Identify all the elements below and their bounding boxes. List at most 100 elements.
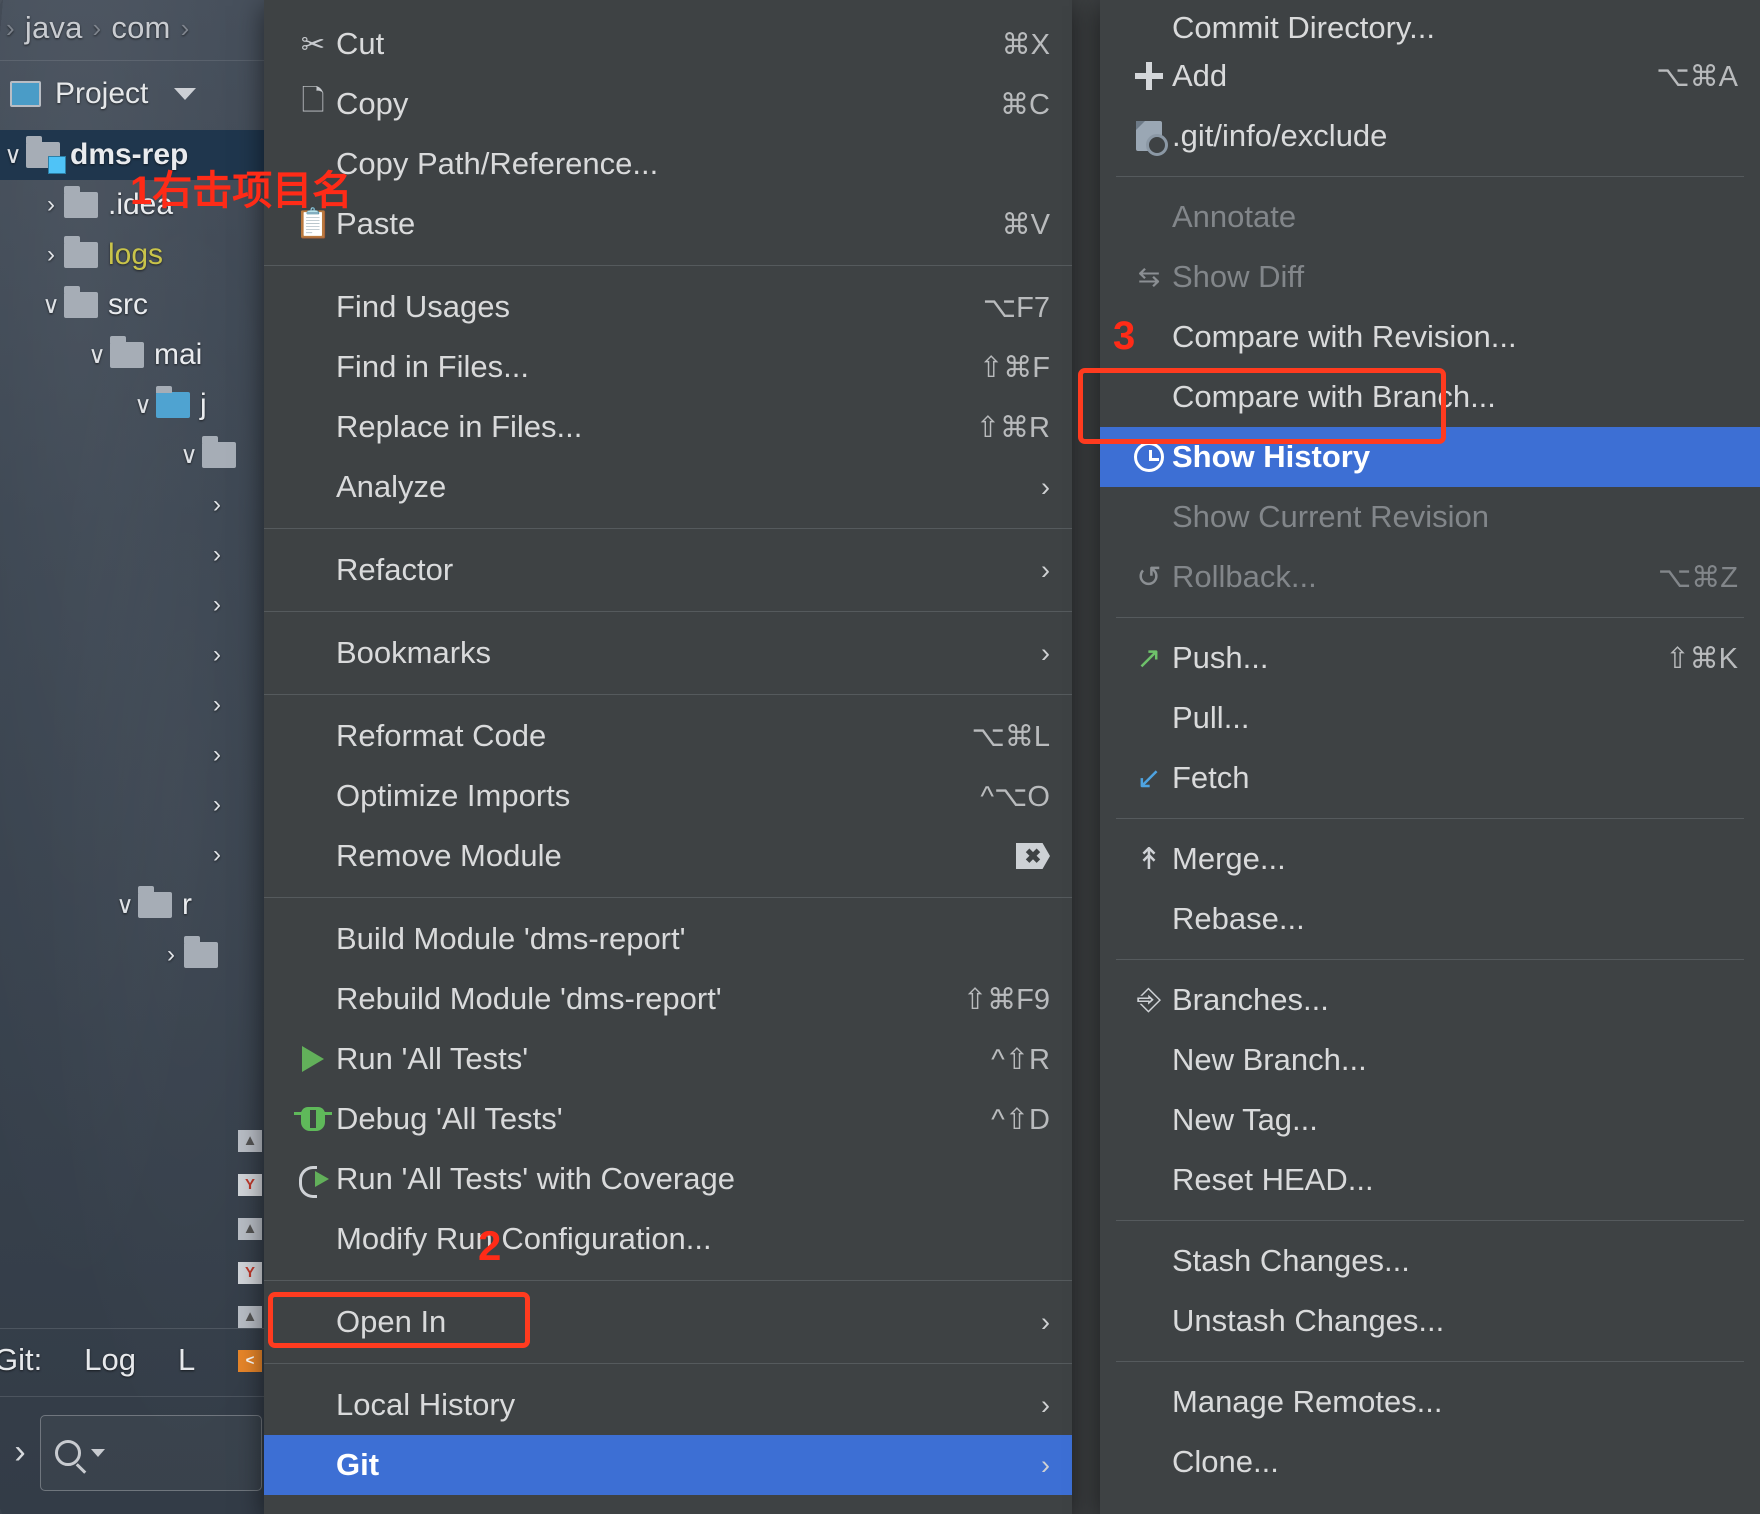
menu-item-remove-module[interactable]: Remove Module ✖	[264, 826, 1072, 886]
git-menu-item-compare-with-revision[interactable]: Compare with Revision...	[1100, 307, 1760, 367]
git-menu-item-git-info-exclude[interactable]: .git/info/exclude	[1100, 106, 1760, 166]
git-menu-item-new-tag[interactable]: New Tag...	[1100, 1090, 1760, 1150]
tree-item-collapsed[interactable]: ›	[0, 630, 264, 680]
chevron-down-icon[interactable]: ∨	[130, 391, 156, 420]
menu-separator	[264, 694, 1072, 695]
chevron-down-icon[interactable]: ∨	[176, 441, 202, 470]
menu-item-refactor[interactable]: Refactor ›	[264, 540, 1072, 600]
chevron-right-icon[interactable]: ›	[38, 241, 64, 269]
git-menu-item-fetch[interactable]: ↙ Fetch	[1100, 748, 1760, 808]
tree-item-collapsed[interactable]: ›	[0, 530, 264, 580]
menu-item-run-with-coverage[interactable]: Run 'All Tests' with Coverage	[264, 1149, 1072, 1209]
chevron-right-icon: ›	[1041, 1389, 1050, 1420]
git-menu-item-add[interactable]: Add ⌥⌘A	[1100, 46, 1760, 106]
menu-item-label: Add	[1172, 58, 1228, 93]
menu-item-label: Fetch	[1172, 760, 1250, 795]
menu-item-optimize-imports[interactable]: Optimize Imports ^⌥O	[264, 766, 1072, 826]
git-submenu[interactable]: Commit Directory... Add ⌥⌘A .git/info/ex…	[1100, 0, 1760, 1514]
menu-item-cut[interactable]: ✂ Cut ⌘X	[264, 14, 1072, 74]
tree-item-collapsed[interactable]: ›	[0, 830, 264, 880]
menu-item-local-history[interactable]: Local History ›	[264, 1375, 1072, 1435]
breadcrumb-item-java[interactable]: java	[25, 10, 83, 46]
chevron-right-icon[interactable]: ›	[204, 641, 230, 669]
git-menu-item-clone[interactable]: Clone...	[1100, 1432, 1760, 1492]
search-input[interactable]	[40, 1414, 262, 1491]
menu-item-label: Local History	[336, 1387, 516, 1422]
chevron-right-icon[interactable]: ›	[204, 841, 230, 869]
chevron-down-icon[interactable]: ∨	[112, 891, 138, 920]
menu-item-copy[interactable]: 🗋 Copy ⌘C	[264, 74, 1072, 134]
chevron-down-icon[interactable]: ∨	[84, 341, 110, 370]
tree-item-src[interactable]: ∨ src	[0, 280, 264, 330]
file-exclude-icon	[1126, 121, 1172, 156]
git-menu-item-stash-changes[interactable]: Stash Changes...	[1100, 1231, 1760, 1291]
tree-item-label: r	[182, 888, 192, 921]
menu-item-reformat-code[interactable]: Reformat Code ⌥⌘L	[264, 706, 1072, 766]
project-panel-header[interactable]: Project	[0, 60, 264, 126]
tree-item-main[interactable]: ∨ mai	[0, 330, 264, 380]
chevron-right-icon[interactable]: ›	[204, 741, 230, 769]
menu-item-copy-path-reference[interactable]: Copy Path/Reference...	[264, 134, 1072, 194]
tree-item-collapsed[interactable]: ›	[0, 780, 264, 830]
chevron-down-icon[interactable]: ∨	[0, 141, 26, 170]
git-menu-item-reset-head[interactable]: Reset HEAD...	[1100, 1150, 1760, 1210]
menu-item-build-module[interactable]: Build Module 'dms-report'	[264, 909, 1072, 969]
menu-item-find-in-files[interactable]: Find in Files... ⇧⌘F	[264, 337, 1072, 397]
git-tab-second[interactable]: L	[178, 1342, 195, 1378]
chevron-right-icon[interactable]: ›	[0, 1433, 40, 1472]
git-menu-item-rebase[interactable]: Rebase...	[1100, 889, 1760, 949]
git-tab-log[interactable]: Log	[84, 1342, 136, 1378]
tree-item-package[interactable]: ∨	[0, 430, 264, 480]
chevron-down-icon[interactable]	[174, 87, 197, 100]
git-menu-item-unstash-changes[interactable]: Unstash Changes...	[1100, 1291, 1760, 1351]
menu-item-run-all-tests[interactable]: Run 'All Tests' ^⇧R	[264, 1029, 1072, 1089]
menu-item-rebuild-module[interactable]: Rebuild Module 'dms-report' ⇧⌘F9	[264, 969, 1072, 1029]
tree-item-resources[interactable]: ∨ r	[0, 880, 264, 930]
menu-item-replace-in-files[interactable]: Replace in Files... ⇧⌘R	[264, 397, 1072, 457]
chevron-right-icon[interactable]: ›	[204, 791, 230, 819]
chevron-right-icon[interactable]: ›	[158, 941, 184, 969]
menu-item-label: Unstash Changes...	[1172, 1303, 1445, 1338]
project-tree[interactable]: ∨ dms-rep › .idea › logs ∨ src ∨ mai ∨ j…	[0, 130, 264, 980]
breadcrumb-item-com[interactable]: com	[111, 10, 170, 46]
chevron-down-icon[interactable]: ∨	[38, 291, 64, 320]
context-menu[interactable]: ✂ Cut ⌘X 🗋 Copy ⌘C Copy Path/Reference..…	[264, 0, 1072, 1514]
tree-item-collapsed[interactable]: ›	[0, 680, 264, 730]
menu-item-git[interactable]: Git ›	[264, 1435, 1072, 1495]
tree-item-collapsed[interactable]: ›	[0, 730, 264, 780]
menu-item-modify-run-configuration[interactable]: Modify Run Configuration...	[264, 1209, 1072, 1269]
chevron-right-icon[interactable]: ›	[204, 491, 230, 519]
chevron-right-icon[interactable]: ›	[38, 191, 64, 219]
git-menu-item-merge[interactable]: ↟ Merge...	[1100, 829, 1760, 889]
menu-item-label: Commit Directory...	[1172, 10, 1435, 45]
menu-item-find-usages[interactable]: Find Usages ⌥F7	[264, 277, 1072, 337]
git-menu-item-commit-directory[interactable]: Commit Directory...	[1100, 0, 1760, 46]
git-menu-item-new-branch[interactable]: New Branch...	[1100, 1030, 1760, 1090]
git-menu-item-branches[interactable]: ⎆ Branches...	[1100, 970, 1760, 1030]
git-menu-item-push[interactable]: ↗ Push... ⇧⌘K	[1100, 628, 1760, 688]
menu-item-bookmarks[interactable]: Bookmarks ›	[264, 623, 1072, 683]
chevron-right-icon[interactable]: ›	[204, 591, 230, 619]
menu-item-analyze[interactable]: Analyze ›	[264, 457, 1072, 517]
git-menu-item-pull[interactable]: Pull...	[1100, 688, 1760, 748]
tree-item-logs[interactable]: › logs	[0, 230, 264, 280]
tree-item-java[interactable]: ∨ j	[0, 380, 264, 430]
chevron-right-icon[interactable]: ›	[204, 541, 230, 569]
project-panel-title: Project	[55, 76, 149, 110]
menu-item-debug-all-tests[interactable]: Debug 'All Tests' ^⇧D	[264, 1089, 1072, 1149]
menu-item-label: Stash Changes...	[1172, 1243, 1410, 1278]
copy-icon: 🗋	[301, 84, 325, 117]
tree-item-collapsed[interactable]: ›	[0, 480, 264, 530]
gutter-mark-icon: Y	[238, 1262, 262, 1284]
chevron-down-icon[interactable]	[91, 1448, 105, 1457]
menu-separator	[264, 1280, 1072, 1281]
git-menu-item-manage-remotes[interactable]: Manage Remotes...	[1100, 1372, 1760, 1432]
merge-icon: ↟	[1136, 842, 1162, 876]
tree-item-collapsed[interactable]: ›	[0, 580, 264, 630]
project-icon	[10, 80, 41, 107]
chevron-right-icon[interactable]: ›	[204, 691, 230, 719]
tree-item-label: mai	[154, 338, 203, 371]
gutter-mark-icon: ▲	[238, 1130, 262, 1152]
tree-item-collapsed[interactable]: ›	[0, 930, 264, 980]
menu-item-paste[interactable]: 📋 Paste ⌘V	[264, 194, 1072, 254]
